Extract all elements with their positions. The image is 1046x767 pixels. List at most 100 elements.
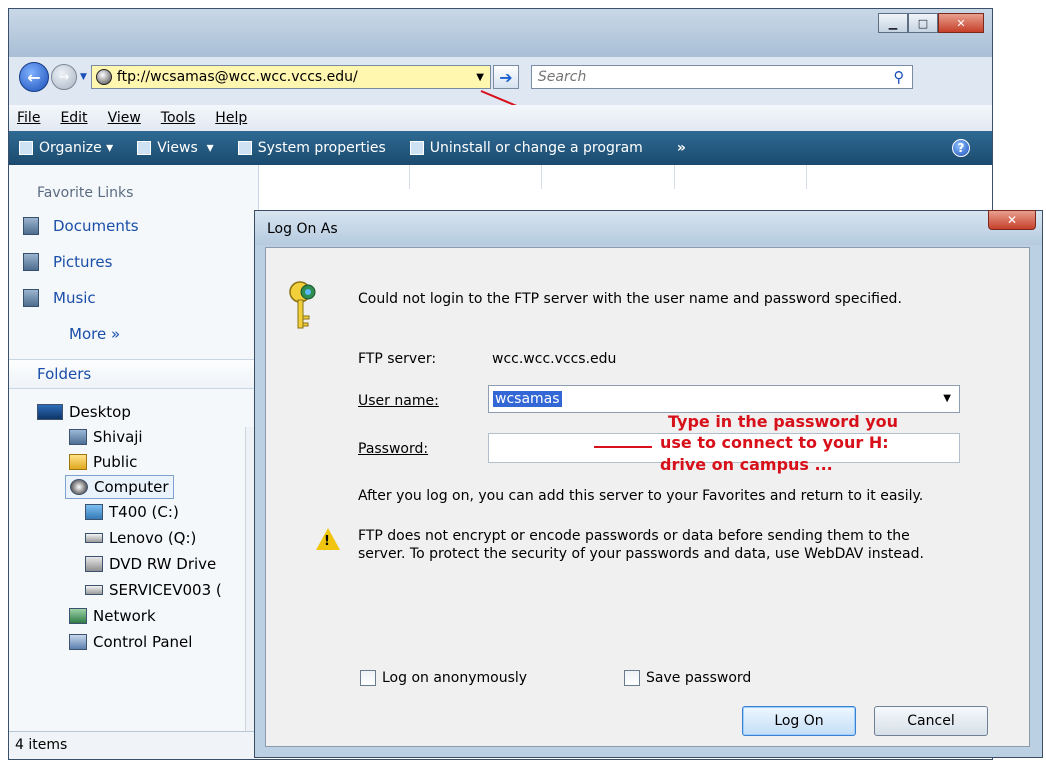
address-text[interactable]: ftp://wcsamas@wcc.wcc.vccs.edu/	[117, 69, 470, 85]
column-header[interactable]	[410, 165, 542, 189]
save-password-checkbox[interactable]: Save password	[624, 670, 751, 686]
warning-exclamation: !	[324, 534, 330, 549]
tree-item-desktop[interactable]: Desktop	[37, 403, 131, 421]
folder-icon	[69, 454, 87, 470]
keys-icon	[289, 281, 316, 329]
tree-item-shivaji[interactable]: Shivaji	[69, 428, 143, 446]
maximize-button[interactable]: □	[908, 13, 938, 33]
system-properties-icon	[237, 141, 252, 155]
documents-icon	[23, 217, 39, 235]
address-row: ← → ▼ ftp://wcsamas@wcc.wcc.vccs.edu/ ▼ …	[19, 62, 984, 92]
column-header[interactable]	[542, 165, 675, 189]
uninstall-program-button[interactable]: Uninstall or change a program	[409, 140, 643, 156]
menu-view[interactable]: View	[108, 110, 141, 126]
command-bar: Organize ▾ Views ▾ System properties Uni…	[9, 131, 992, 165]
help-icon[interactable]: ?	[952, 139, 970, 157]
favorite-documents[interactable]: Documents	[23, 217, 139, 235]
history-dropdown-icon[interactable]: ▼	[80, 72, 87, 82]
back-arrow-icon[interactable]: ←	[19, 62, 49, 92]
log-on-button[interactable]: Log On	[742, 706, 856, 736]
tree-label: Network	[93, 607, 156, 625]
checkbox-box[interactable]	[624, 670, 640, 686]
dvd-drive-icon	[85, 556, 103, 572]
tree-item-computer[interactable]: Computer	[65, 475, 174, 499]
ftp-globe-icon	[95, 69, 112, 85]
log-on-anonymously-checkbox[interactable]: Log on anonymously	[360, 670, 527, 686]
menu-file[interactable]: File	[17, 110, 40, 126]
tree-item-control-panel[interactable]: Control Panel	[69, 633, 192, 651]
music-icon	[23, 289, 39, 307]
pictures-icon	[23, 253, 39, 271]
checkbox-label: Save password	[646, 670, 752, 686]
user-folder-icon	[69, 429, 87, 445]
user-name-dropdown-icon[interactable]: ▼	[943, 393, 951, 404]
tree-item-network[interactable]: Network	[69, 607, 156, 625]
ftp-server-label: FTP server:	[358, 351, 437, 367]
window-controls: ▁ □ ✕	[878, 13, 984, 33]
menu-tools[interactable]: Tools	[161, 110, 196, 126]
address-bar[interactable]: ftp://wcsamas@wcc.wcc.vccs.edu/ ▼	[90, 65, 491, 89]
user-name-value[interactable]: wcsamas	[493, 391, 562, 407]
favorite-pictures[interactable]: Pictures	[23, 253, 112, 271]
tree-label: SERVICEV003 (	[109, 581, 222, 599]
tree-item-t400[interactable]: T400 (C:)	[85, 503, 179, 521]
tree-label: Lenovo (Q:)	[109, 529, 197, 547]
organize-label: Organize	[39, 140, 102, 156]
forward-arrow-icon[interactable]: →	[51, 64, 77, 90]
user-name-label: User name:	[358, 393, 439, 409]
uninstall-label: Uninstall or change a program	[429, 140, 643, 156]
dialog-titlebar: Log On As ✕	[255, 210, 1042, 245]
go-button[interactable]: ➔	[492, 65, 519, 89]
tree-item-servicev003[interactable]: SERVICEV003 (	[85, 581, 222, 599]
annotation-line-password	[594, 446, 652, 448]
views-icon	[137, 141, 152, 155]
favorites-hint: After you log on, you can add this serve…	[358, 488, 924, 504]
tree-label: Desktop	[69, 403, 131, 421]
cancel-button[interactable]: Cancel	[874, 706, 988, 736]
folders-header[interactable]: Folders	[9, 359, 259, 389]
menu-edit[interactable]: Edit	[60, 110, 87, 126]
checkbox-label: Log on anonymously	[382, 670, 528, 686]
dialog-body: Could not login to the FTP server with t…	[265, 247, 1030, 747]
organize-icon	[19, 141, 33, 155]
column-header[interactable]	[675, 165, 807, 189]
system-properties-label: System properties	[257, 140, 386, 156]
more-commands-button[interactable]: »	[677, 140, 686, 156]
close-button[interactable]: ✕	[938, 13, 984, 33]
tree-label: T400 (C:)	[109, 503, 179, 521]
search-input[interactable]	[537, 69, 886, 85]
menu-help[interactable]: Help	[215, 110, 247, 126]
tree-item-lenovo[interactable]: Lenovo (Q:)	[85, 529, 196, 547]
favorite-music[interactable]: Music	[23, 289, 96, 307]
views-button[interactable]: Views ▾	[137, 140, 214, 156]
ftp-server-value: wcc.wcc.vccs.edu	[492, 351, 617, 367]
drive-icon	[85, 504, 103, 520]
error-message: Could not login to the FTP server with t…	[358, 291, 902, 307]
minimize-button[interactable]: ▁	[878, 13, 908, 33]
more-label: More	[69, 325, 107, 343]
warning-line-1: FTP does not encrypt or encode passwords…	[358, 528, 910, 544]
search-box[interactable]: ⚲	[530, 65, 913, 89]
uninstall-icon	[409, 141, 424, 155]
tree-item-dvd[interactable]: DVD RW Drive	[85, 555, 216, 573]
annotation-password-line3: drive on campus ...	[660, 455, 833, 474]
user-name-combobox[interactable]: wcsamas ▼	[488, 385, 960, 413]
navigation-pane: Favorite Links Documents Pictures Music …	[9, 165, 259, 731]
checkbox-box[interactable]	[360, 670, 376, 686]
network-icon	[69, 608, 87, 624]
more-links[interactable]: More »	[69, 325, 120, 343]
tree-label: Shivaji	[93, 428, 143, 446]
tree-label: DVD RW Drive	[109, 555, 217, 573]
warning-line-2: server. To protect the security of your …	[358, 546, 924, 562]
system-properties-button[interactable]: System properties	[237, 140, 386, 156]
address-dropdown-icon[interactable]: ▼	[470, 72, 490, 83]
tree-item-public[interactable]: Public	[69, 453, 137, 471]
search-icon[interactable]: ⚲	[886, 68, 912, 86]
status-bar: 4 items	[9, 731, 259, 759]
network-drive-icon	[85, 533, 103, 543]
views-label: Views	[157, 140, 198, 156]
column-header[interactable]	[277, 165, 410, 189]
organize-button[interactable]: Organize ▾	[19, 140, 113, 156]
favorite-label: Pictures	[53, 253, 113, 271]
dialog-close-button[interactable]: ✕	[988, 210, 1036, 230]
